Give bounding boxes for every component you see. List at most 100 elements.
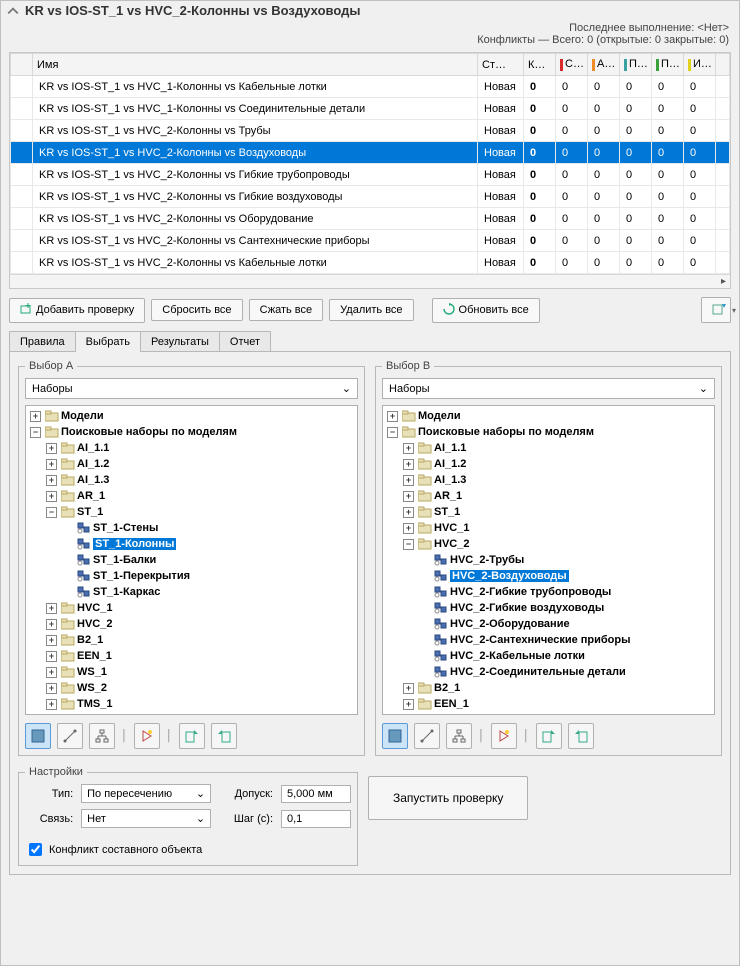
tree-item-label[interactable]: TMS_1 bbox=[77, 698, 112, 710]
selection-a-tree[interactable]: МоделиПоисковые наборы по моделямAI_1.1A… bbox=[25, 405, 358, 715]
expander-icon[interactable] bbox=[46, 475, 57, 486]
tree-item-label[interactable]: HVC_2 bbox=[77, 618, 112, 630]
horizontal-scrollbar[interactable]: ▸ bbox=[10, 274, 730, 288]
tree-item-label[interactable]: ST_1-Колонны bbox=[93, 538, 176, 550]
tool-select-box[interactable] bbox=[25, 723, 51, 749]
tree-item-label[interactable]: HVC_2-Гибкие трубопроводы bbox=[450, 586, 611, 598]
tree-item-label[interactable]: Модели bbox=[418, 410, 461, 422]
tool-play[interactable] bbox=[491, 723, 517, 749]
expander-icon[interactable] bbox=[419, 651, 430, 662]
tree-item-label[interactable]: HVC_2-Соединительные детали bbox=[450, 666, 626, 678]
expander-icon[interactable] bbox=[403, 475, 414, 486]
expander-icon[interactable] bbox=[46, 667, 57, 678]
expander-icon[interactable] bbox=[403, 443, 414, 454]
tool-export-sel[interactable] bbox=[568, 723, 594, 749]
expander-icon[interactable] bbox=[419, 555, 430, 566]
expander-icon[interactable] bbox=[403, 715, 414, 716]
expander-icon[interactable] bbox=[387, 427, 398, 438]
expander-icon[interactable] bbox=[46, 699, 57, 710]
tree-item-label[interactable]: ST_1-Каркас bbox=[93, 586, 160, 598]
expander-icon[interactable] bbox=[46, 683, 57, 694]
expander-icon[interactable] bbox=[387, 411, 398, 422]
type-combo[interactable]: По пересечению⌄ bbox=[81, 784, 211, 803]
table-row[interactable]: KR vs IOS-ST_1 vs HVC_2-Колонны vs Обору… bbox=[11, 208, 730, 230]
tree-item-label[interactable]: B2_1 bbox=[77, 634, 103, 646]
col-p2[interactable]: П… bbox=[652, 54, 684, 76]
tree-item-label[interactable]: HVC_2 bbox=[434, 538, 469, 550]
tab-results[interactable]: Результаты bbox=[140, 331, 220, 352]
tree-item-label[interactable]: HVC_2-Гибкие воздуховоды bbox=[450, 602, 604, 614]
tool-play[interactable] bbox=[134, 723, 160, 749]
expander-icon[interactable] bbox=[419, 603, 430, 614]
col-name[interactable]: Имя bbox=[33, 54, 478, 76]
tree-item-label[interactable]: AI_1.2 bbox=[434, 458, 466, 470]
tool-export-sel[interactable] bbox=[211, 723, 237, 749]
selection-b-combo[interactable]: Наборы ⌄ bbox=[382, 378, 715, 399]
expander-icon[interactable] bbox=[46, 459, 57, 470]
tree-item-label[interactable]: ST_1-Балки bbox=[93, 554, 156, 566]
collapse-caret-icon[interactable] bbox=[7, 5, 19, 17]
tree-item-label[interactable]: HVC_1 bbox=[77, 602, 112, 614]
col-i[interactable]: И… bbox=[684, 54, 716, 76]
composite-checkbox[interactable] bbox=[29, 843, 42, 856]
col-k[interactable]: К… bbox=[524, 54, 556, 76]
table-row[interactable]: KR vs IOS-ST_1 vs HVC_2-Колонны vs Возду… bbox=[11, 142, 730, 164]
expander-icon[interactable] bbox=[62, 555, 73, 566]
table-row[interactable]: KR vs IOS-ST_1 vs HVC_2-Колонны vs Гибки… bbox=[11, 186, 730, 208]
tree-item-label[interactable]: HVC_2-Сантехнические приборы bbox=[450, 634, 631, 646]
tree-item-label[interactable]: B2_1 bbox=[434, 682, 460, 694]
tree-item-label[interactable]: WS_2 bbox=[77, 682, 107, 694]
expander-icon[interactable] bbox=[46, 635, 57, 646]
selection-b-tree[interactable]: Модели Поисковые наборы по моделям AI_1.1 A… bbox=[382, 405, 715, 715]
expander-icon[interactable] bbox=[403, 491, 414, 502]
expander-icon[interactable] bbox=[403, 683, 414, 694]
col-status[interactable]: Ст… bbox=[478, 54, 524, 76]
table-row[interactable]: KR vs IOS-ST_1 vs HVC_2-Колонны vs Трубы… bbox=[11, 120, 730, 142]
tree-item-label[interactable]: WS_1 bbox=[77, 666, 107, 678]
tree-item-label[interactable]: AI_1.1 bbox=[434, 442, 466, 454]
table-row[interactable]: KR vs IOS-ST_1 vs HVC_2-Колонны vs Санте… bbox=[11, 230, 730, 252]
tree-item-label[interactable]: ST_1 bbox=[77, 506, 103, 518]
tree-item-label[interactable]: EEN_1 bbox=[434, 698, 469, 710]
tree-item-label[interactable]: AI_1.2 bbox=[77, 458, 109, 470]
tool-tree[interactable] bbox=[89, 723, 115, 749]
col-blank[interactable] bbox=[11, 54, 33, 76]
expander-icon[interactable] bbox=[30, 411, 41, 422]
expander-icon[interactable] bbox=[46, 507, 57, 518]
link-combo[interactable]: Нет⌄ bbox=[81, 809, 211, 828]
reset-all-button[interactable]: Сбросить все bbox=[151, 299, 242, 321]
tool-tree[interactable] bbox=[446, 723, 472, 749]
tool-import-sel[interactable] bbox=[536, 723, 562, 749]
expander-icon[interactable] bbox=[419, 619, 430, 630]
tree-item-label[interactable]: AR_1 bbox=[434, 490, 462, 502]
tree-item-label[interactable]: HVC_1 bbox=[434, 522, 469, 534]
expander-icon[interactable] bbox=[419, 571, 430, 582]
expander-icon[interactable] bbox=[62, 539, 73, 550]
tolerance-input[interactable]: 5,000 мм bbox=[281, 785, 351, 803]
table-row[interactable]: KR vs IOS-ST_1 vs HVC_1-Колонны vs Соеди… bbox=[11, 98, 730, 120]
tree-item-label[interactable]: Поисковые наборы по моделям bbox=[418, 426, 594, 438]
tree-item-label[interactable]: HVC_2-Кабельные лотки bbox=[450, 650, 585, 662]
tree-item-label[interactable]: ST_1-Стены bbox=[93, 522, 158, 534]
tab-report[interactable]: Отчет bbox=[219, 331, 271, 352]
expander-icon[interactable] bbox=[46, 491, 57, 502]
expander-icon[interactable] bbox=[46, 651, 57, 662]
col-p1[interactable]: П… bbox=[620, 54, 652, 76]
tree-item-label[interactable]: AR_1 bbox=[77, 490, 105, 502]
expander-icon[interactable] bbox=[62, 571, 73, 582]
expander-icon[interactable] bbox=[403, 459, 414, 470]
expander-icon[interactable] bbox=[46, 619, 57, 630]
add-check-button[interactable]: Добавить проверку bbox=[9, 298, 145, 323]
expander-icon[interactable] bbox=[419, 667, 430, 678]
tree-item-label[interactable]: HVC_2-Трубы bbox=[450, 554, 524, 566]
delete-all-button[interactable]: Удалить все bbox=[329, 299, 413, 321]
expander-icon[interactable] bbox=[403, 523, 414, 534]
tree-item-label[interactable]: HVC_2-Оборудование bbox=[450, 618, 570, 630]
run-check-button[interactable]: Запустить проверку bbox=[368, 776, 528, 820]
tab-select[interactable]: Выбрать bbox=[75, 331, 141, 352]
col-a[interactable]: А… bbox=[588, 54, 620, 76]
tree-item-label[interactable]: Поисковые наборы по моделям bbox=[61, 426, 237, 438]
tree-item-label[interactable]: AI_1.1 bbox=[77, 442, 109, 454]
tree-item-label[interactable]: ST_1 bbox=[434, 506, 460, 518]
expander-icon[interactable] bbox=[30, 427, 41, 438]
